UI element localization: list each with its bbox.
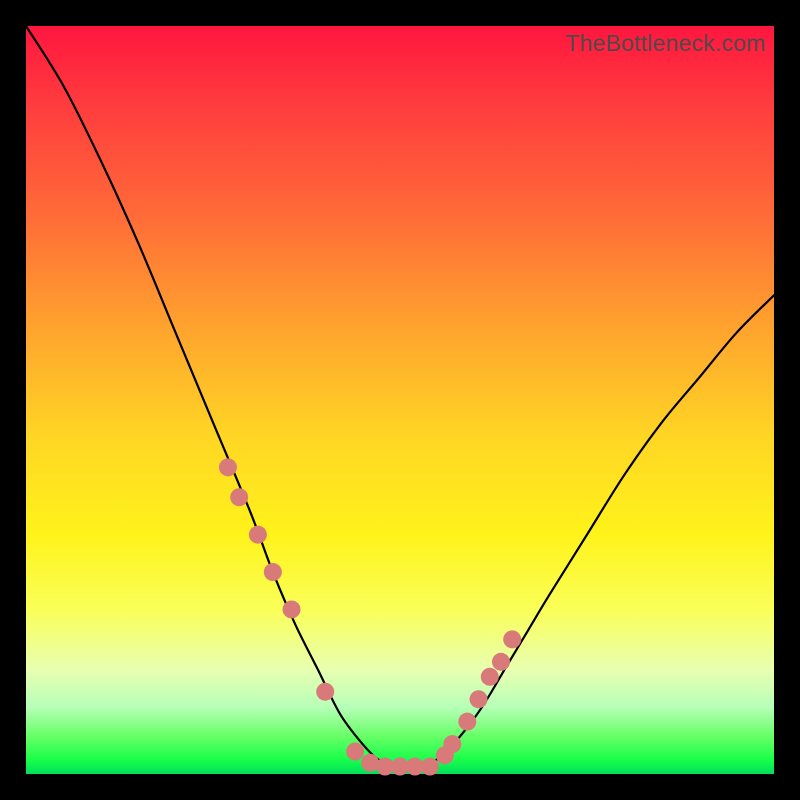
data-marker xyxy=(219,458,237,476)
bottleneck-chart-svg xyxy=(26,26,774,774)
data-marker xyxy=(316,683,334,701)
data-marker xyxy=(346,743,364,761)
data-marker xyxy=(264,563,282,581)
data-marker xyxy=(230,488,248,506)
data-marker xyxy=(470,690,488,708)
data-marker xyxy=(283,600,301,618)
marker-group xyxy=(219,458,521,775)
data-marker xyxy=(361,754,379,772)
data-marker xyxy=(492,653,510,671)
chart-frame: TheBottleneck.com xyxy=(0,0,800,800)
data-marker xyxy=(458,713,476,731)
data-marker xyxy=(481,668,499,686)
bottleneck-curve-path xyxy=(26,26,774,767)
data-marker xyxy=(503,630,521,648)
data-marker xyxy=(421,758,439,776)
data-marker xyxy=(443,735,461,753)
plot-area: TheBottleneck.com xyxy=(26,26,774,774)
data-marker xyxy=(249,526,267,544)
